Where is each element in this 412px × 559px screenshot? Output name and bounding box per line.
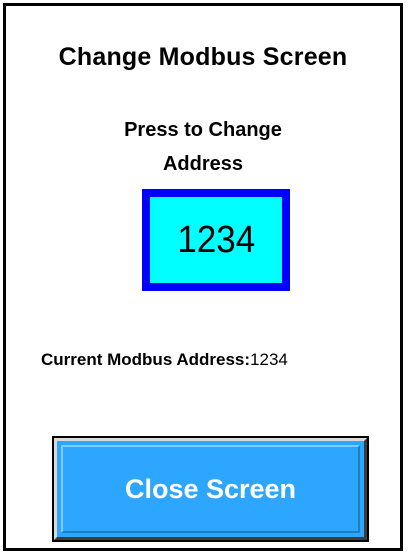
instruction-line-2: Address	[162, 153, 244, 175]
change-address-instruction: Press to Change Address	[6, 113, 400, 181]
current-address-readout: Current Modbus Address:1234	[41, 350, 288, 370]
modbus-screen-panel: Change Modbus Screen Press to Change Add…	[3, 3, 403, 551]
screen-title: Change Modbus Screen	[58, 43, 348, 71]
modbus-address-button[interactable]: 1234	[142, 189, 290, 291]
current-address-value: 1234	[250, 350, 288, 369]
close-screen-button[interactable]: Close Screen	[52, 436, 369, 542]
address-button-value: 1234	[177, 218, 255, 261]
current-address-label: Current Modbus Address:	[41, 350, 251, 369]
instruction-line-1: Press to Change	[124, 119, 282, 141]
close-button-label: Close Screen	[124, 473, 297, 504]
